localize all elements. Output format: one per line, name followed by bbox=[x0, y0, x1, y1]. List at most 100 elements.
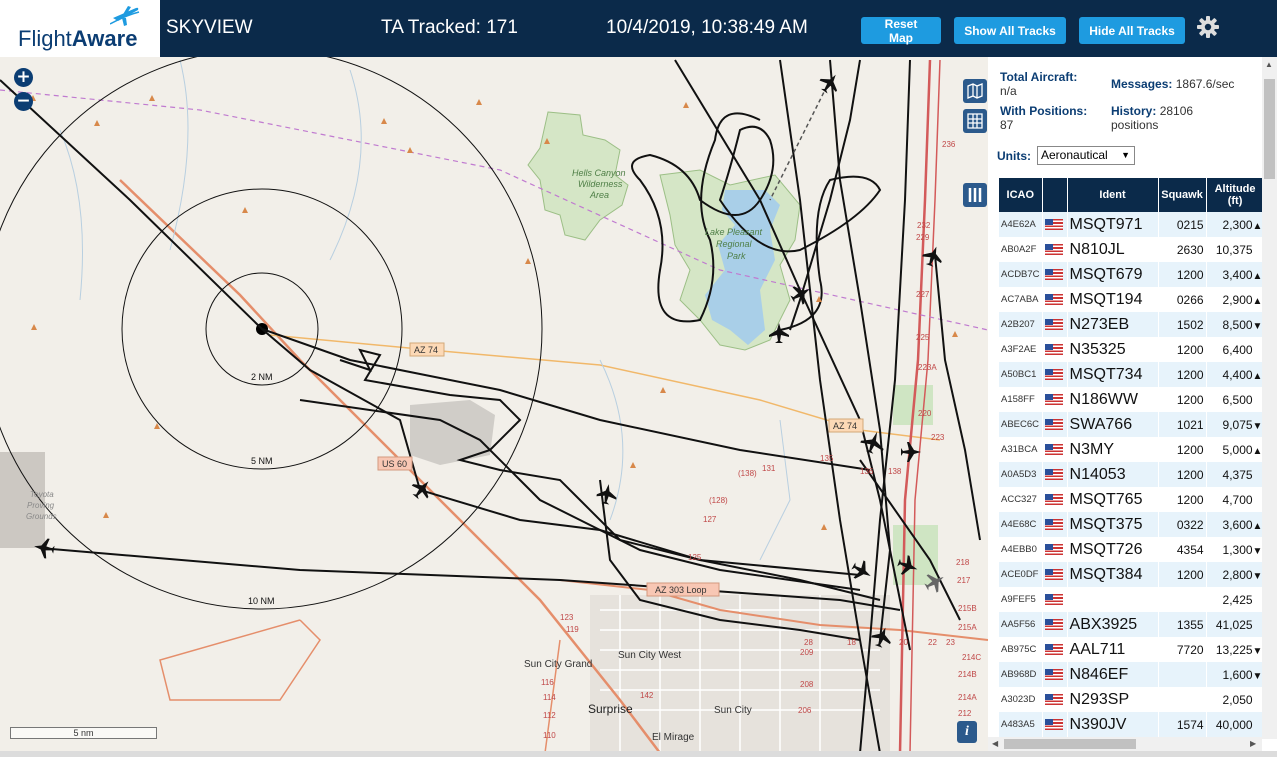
us-flag-icon bbox=[1044, 293, 1063, 305]
altitude-value: 6,400 bbox=[1222, 342, 1253, 357]
cell-altitude: 1,300▼ bbox=[1206, 537, 1264, 562]
road-number-label: 119 bbox=[566, 625, 579, 634]
scroll-up-icon[interactable]: ▲ bbox=[1265, 60, 1273, 69]
cell-ident: MSQT679 bbox=[1067, 262, 1158, 287]
show-all-tracks-button[interactable]: Show All Tracks bbox=[954, 17, 1066, 44]
table-row[interactable]: A4E62A MSQT971 0215 2,300▲ bbox=[999, 212, 1264, 237]
road-number-label: 214A bbox=[958, 693, 977, 702]
table-row[interactable]: A4E68C MSQT375 0322 3,600▲ bbox=[999, 512, 1264, 537]
cell-icao: A31BCA bbox=[999, 437, 1042, 462]
zoom-out-button[interactable]: − bbox=[14, 92, 33, 111]
scroll-right-icon[interactable]: ▶ bbox=[1250, 739, 1256, 748]
zoom-in-button[interactable]: + bbox=[14, 68, 33, 87]
us-flag-icon bbox=[1044, 443, 1063, 455]
cell-altitude: 8,500▼ bbox=[1206, 312, 1264, 337]
place-label: Area bbox=[589, 190, 609, 200]
altitude-value: 2,900 bbox=[1222, 292, 1253, 307]
place-label: Sun City Grand bbox=[524, 659, 592, 670]
cell-ident: MSQT726 bbox=[1067, 537, 1158, 562]
cell-ident bbox=[1067, 587, 1158, 612]
col-icao[interactable]: ICAO bbox=[999, 178, 1042, 212]
map-layer-button[interactable] bbox=[963, 79, 987, 103]
gear-icon[interactable] bbox=[1196, 15, 1220, 39]
cell-altitude: 9,075▼ bbox=[1206, 412, 1264, 437]
cell-icao: A483A5 bbox=[999, 712, 1042, 737]
info-button[interactable]: i bbox=[957, 721, 977, 743]
altitude-value: 2,300 bbox=[1222, 217, 1253, 232]
table-row[interactable]: A3F2AE N35325 1200 6,400 bbox=[999, 337, 1264, 362]
road-number-label: 236 bbox=[942, 140, 956, 149]
cell-flag bbox=[1042, 637, 1067, 662]
cell-squawk: 0215 bbox=[1158, 212, 1206, 237]
panel-vertical-scrollbar[interactable]: ▲ bbox=[1262, 57, 1277, 739]
table-row[interactable]: AC7ABA MSQT194 0266 2,900▲ bbox=[999, 287, 1264, 312]
altitude-trend-icon: ▼ bbox=[1252, 320, 1263, 332]
road-number-label: 114 bbox=[543, 693, 556, 702]
messages-value: 1867.6/sec bbox=[1175, 77, 1235, 91]
table-row[interactable]: A50BC1 MSQT734 1200 4,400▲ bbox=[999, 362, 1264, 387]
road-number-label: 23 bbox=[946, 638, 955, 647]
table-row[interactable]: A0A5D3 N14053 1200 4,375 bbox=[999, 462, 1264, 487]
scrollbar-thumb[interactable] bbox=[1264, 79, 1275, 179]
cell-ident: MSQT384 bbox=[1067, 562, 1158, 587]
road-number-label: 223 bbox=[931, 433, 945, 442]
panel-horizontal-scrollbar[interactable]: ◀ ▶ bbox=[988, 737, 1262, 751]
cell-flag bbox=[1042, 712, 1067, 737]
map-view[interactable]: 2 NM 5 NM 10 NM Hells Canyon Wilderness … bbox=[0, 57, 988, 753]
map-canvas[interactable]: 2 NM 5 NM 10 NM Hells Canyon Wilderness … bbox=[0, 57, 988, 753]
table-row[interactable]: AB975C AAL711 7720 13,225▼ bbox=[999, 637, 1264, 662]
cell-squawk: 1200 bbox=[1158, 387, 1206, 412]
table-row[interactable]: AB0A2F N810JL 2630 10,375 bbox=[999, 237, 1264, 262]
col-ident[interactable]: Ident bbox=[1067, 178, 1158, 212]
road-number-label: 125 bbox=[688, 553, 702, 562]
col-flag[interactable] bbox=[1042, 178, 1067, 212]
table-row[interactable]: A31BCA N3MY 1200 5,000▲ bbox=[999, 437, 1264, 462]
col-altitude[interactable]: Altitude (ft) bbox=[1206, 178, 1264, 212]
with-positions-label: With Positions: bbox=[1000, 104, 1088, 118]
us-flag-icon bbox=[1044, 468, 1063, 480]
units-select[interactable]: Aeronautical ▼ bbox=[1037, 146, 1135, 165]
hide-all-tracks-button[interactable]: Hide All Tracks bbox=[1079, 17, 1185, 44]
map-layer-icon bbox=[967, 83, 983, 99]
table-row[interactable]: ACE0DF MSQT384 1200 2,800▼ bbox=[999, 562, 1264, 587]
table-row[interactable]: ABEC6C SWA766 1021 9,075▼ bbox=[999, 412, 1264, 437]
cell-squawk: 4354 bbox=[1158, 537, 1206, 562]
grid-toggle-button[interactable] bbox=[963, 109, 987, 133]
place-label: Sun City West bbox=[618, 650, 681, 661]
site-name: SKYVIEW bbox=[166, 17, 253, 38]
road-number-label: 142 bbox=[640, 691, 654, 700]
table-row[interactable]: A158FF N186WW 1200 6,500 bbox=[999, 387, 1264, 412]
table-row[interactable]: A9FEF5 2,425 bbox=[999, 587, 1264, 612]
table-row[interactable]: A2B207 N273EB 1502 8,500▼ bbox=[999, 312, 1264, 337]
cell-icao: A158FF bbox=[999, 387, 1042, 412]
cell-altitude: 2,050 bbox=[1206, 687, 1264, 712]
scroll-left-icon[interactable]: ◀ bbox=[992, 739, 998, 748]
us-flag-icon bbox=[1044, 693, 1063, 705]
cell-squawk: 0266 bbox=[1158, 287, 1206, 312]
cell-icao: ACDB7C bbox=[999, 262, 1042, 287]
us-flag-icon bbox=[1044, 418, 1063, 430]
table-row[interactable]: AA5F56 ABX3925 1355 41,025 bbox=[999, 612, 1264, 637]
road-number-label: 215B bbox=[958, 604, 977, 613]
flightaware-logo[interactable]: FlightAware bbox=[0, 0, 160, 57]
us-flag-icon bbox=[1044, 593, 1063, 605]
scrollbar-thumb[interactable] bbox=[1004, 739, 1136, 749]
cell-squawk: 1200 bbox=[1158, 562, 1206, 587]
road-number-label: 135 bbox=[820, 454, 834, 463]
cell-ident: N14053 bbox=[1067, 462, 1158, 487]
altitude-trend-icon: ▲ bbox=[1252, 445, 1263, 457]
table-row[interactable]: AB968D N846EF 1,600▼ bbox=[999, 662, 1264, 687]
reset-map-button[interactable]: Reset Map bbox=[861, 17, 941, 45]
table-row[interactable]: A4EBB0 MSQT726 4354 1,300▼ bbox=[999, 537, 1264, 562]
table-row[interactable]: A3023D N293SP 2,050 bbox=[999, 687, 1264, 712]
table-row[interactable]: ACDB7C MSQT679 1200 3,400▲ bbox=[999, 262, 1264, 287]
road-number-label: 232 bbox=[917, 221, 931, 230]
columns-toggle-button[interactable] bbox=[963, 183, 987, 207]
cell-squawk: 1200 bbox=[1158, 437, 1206, 462]
table-row[interactable]: A483A5 N390JV 1574 40,000 bbox=[999, 712, 1264, 737]
col-squawk[interactable]: Squawk bbox=[1158, 178, 1206, 212]
cell-altitude: 1,600▼ bbox=[1206, 662, 1264, 687]
table-row[interactable]: ACC327 MSQT765 1200 4,700 bbox=[999, 487, 1264, 512]
cell-squawk: 1021 bbox=[1158, 412, 1206, 437]
road-number-label: 116 bbox=[541, 678, 554, 687]
